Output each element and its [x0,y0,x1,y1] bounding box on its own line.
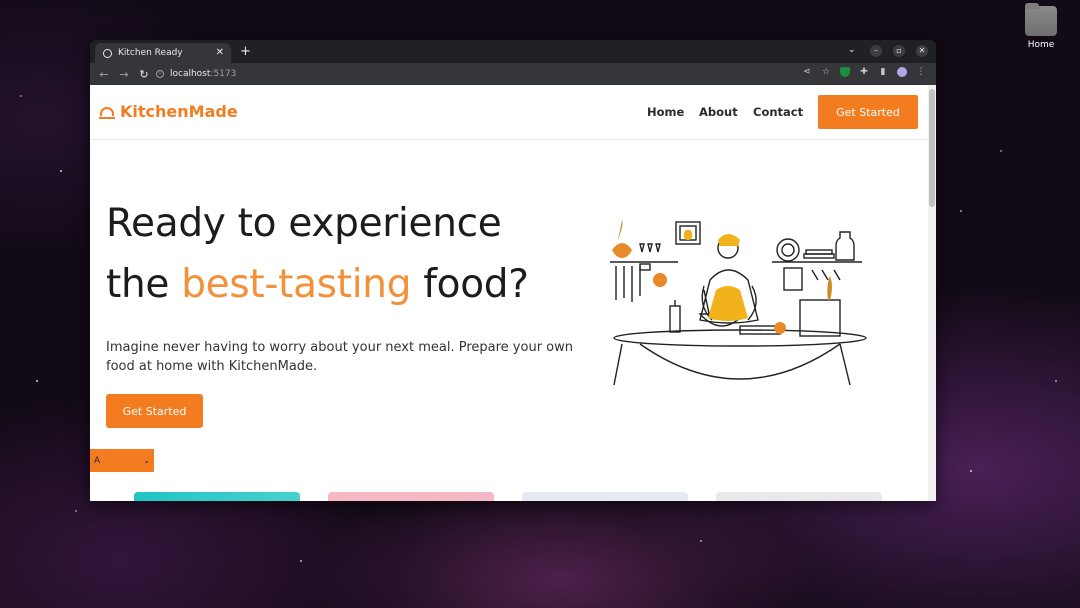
feature-card-2[interactable] [328,492,494,501]
feature-card-3[interactable] [522,492,688,501]
scrollbar-thumb[interactable] [929,89,935,207]
url-host: localhost [170,69,211,79]
tab-close-icon[interactable]: ✕ [216,47,224,58]
hero-get-started-button[interactable]: Get Started [106,394,203,428]
url-port: :5173 [210,69,237,79]
hero-line-2-prefix: the [106,262,182,307]
chef-cooking-illustration [610,220,867,386]
address-bar: ← → ↻ i localhost:5173 ⋖ ☆ ✚ ▮ ⋮ [90,63,936,85]
nav-home[interactable]: Home [647,105,684,119]
tab-title: Kitchen Ready [118,48,183,58]
site-logo[interactable]: KitchenMade [99,102,238,121]
maximize-icon[interactable]: ▫ [893,45,905,57]
hero-line-1: Ready to experience [106,201,502,246]
minimize-icon[interactable]: – [870,45,882,57]
brand-name: KitchenMade [120,102,238,121]
back-icon[interactable]: ← [98,68,110,81]
site-header: KitchenMade Home About Contact Get Start… [90,85,928,140]
new-tab-icon[interactable]: + [240,44,251,59]
kebab-menu-icon[interactable]: ⋮ [916,67,926,77]
page-scrollbar[interactable] [928,85,936,501]
profile-avatar[interactable] [897,67,907,77]
browser-window: Kitchen Ready ✕ + ⌄ – ▫ ✕ ← → ↻ i localh… [90,40,936,501]
forward-icon[interactable]: → [118,68,130,81]
extensions-puzzle-icon[interactable]: ✚ [859,67,869,77]
home-folder-icon [1025,3,1057,36]
bookmark-star-icon[interactable]: ☆ [821,67,831,77]
desktop-home-shortcut[interactable]: Home [1020,3,1062,50]
hero-description: Imagine never having to worry about your… [106,340,573,374]
chevron-down-icon: ⌄ [143,456,150,465]
feature-card-4[interactable] [716,492,882,501]
option-select[interactable]: A ⌄ [90,449,154,472]
tab-strip: Kitchen Ready ✕ + ⌄ – ▫ ✕ [90,40,936,63]
globe-icon [103,48,112,58]
reload-icon[interactable]: ↻ [138,68,150,81]
close-window-icon[interactable]: ✕ [916,45,928,57]
nav-about[interactable]: About [699,105,738,119]
feature-card-1[interactable] [134,492,300,501]
cloche-icon [99,107,115,119]
header-get-started-button[interactable]: Get Started [818,95,918,129]
extension-shield-icon[interactable] [840,67,850,77]
side-panel-icon[interactable]: ▮ [878,67,888,77]
url-field[interactable]: i localhost:5173 [156,66,236,82]
nav-contact[interactable]: Contact [753,105,803,119]
desktop-home-label: Home [1027,40,1055,50]
share-icon[interactable]: ⋖ [802,67,812,77]
hero-heading: Ready to experience the best-tasting foo… [106,193,566,315]
select-value: A [94,455,101,466]
site-info-icon[interactable]: i [156,70,164,78]
hero-line-2-suffix: food? [411,262,529,307]
browser-tab[interactable]: Kitchen Ready ✕ [95,43,231,63]
hero-accent-text: best-tasting [181,262,412,307]
tab-search-chevron-icon[interactable]: ⌄ [848,45,856,55]
web-page: KitchenMade Home About Contact Get Start… [90,85,936,501]
